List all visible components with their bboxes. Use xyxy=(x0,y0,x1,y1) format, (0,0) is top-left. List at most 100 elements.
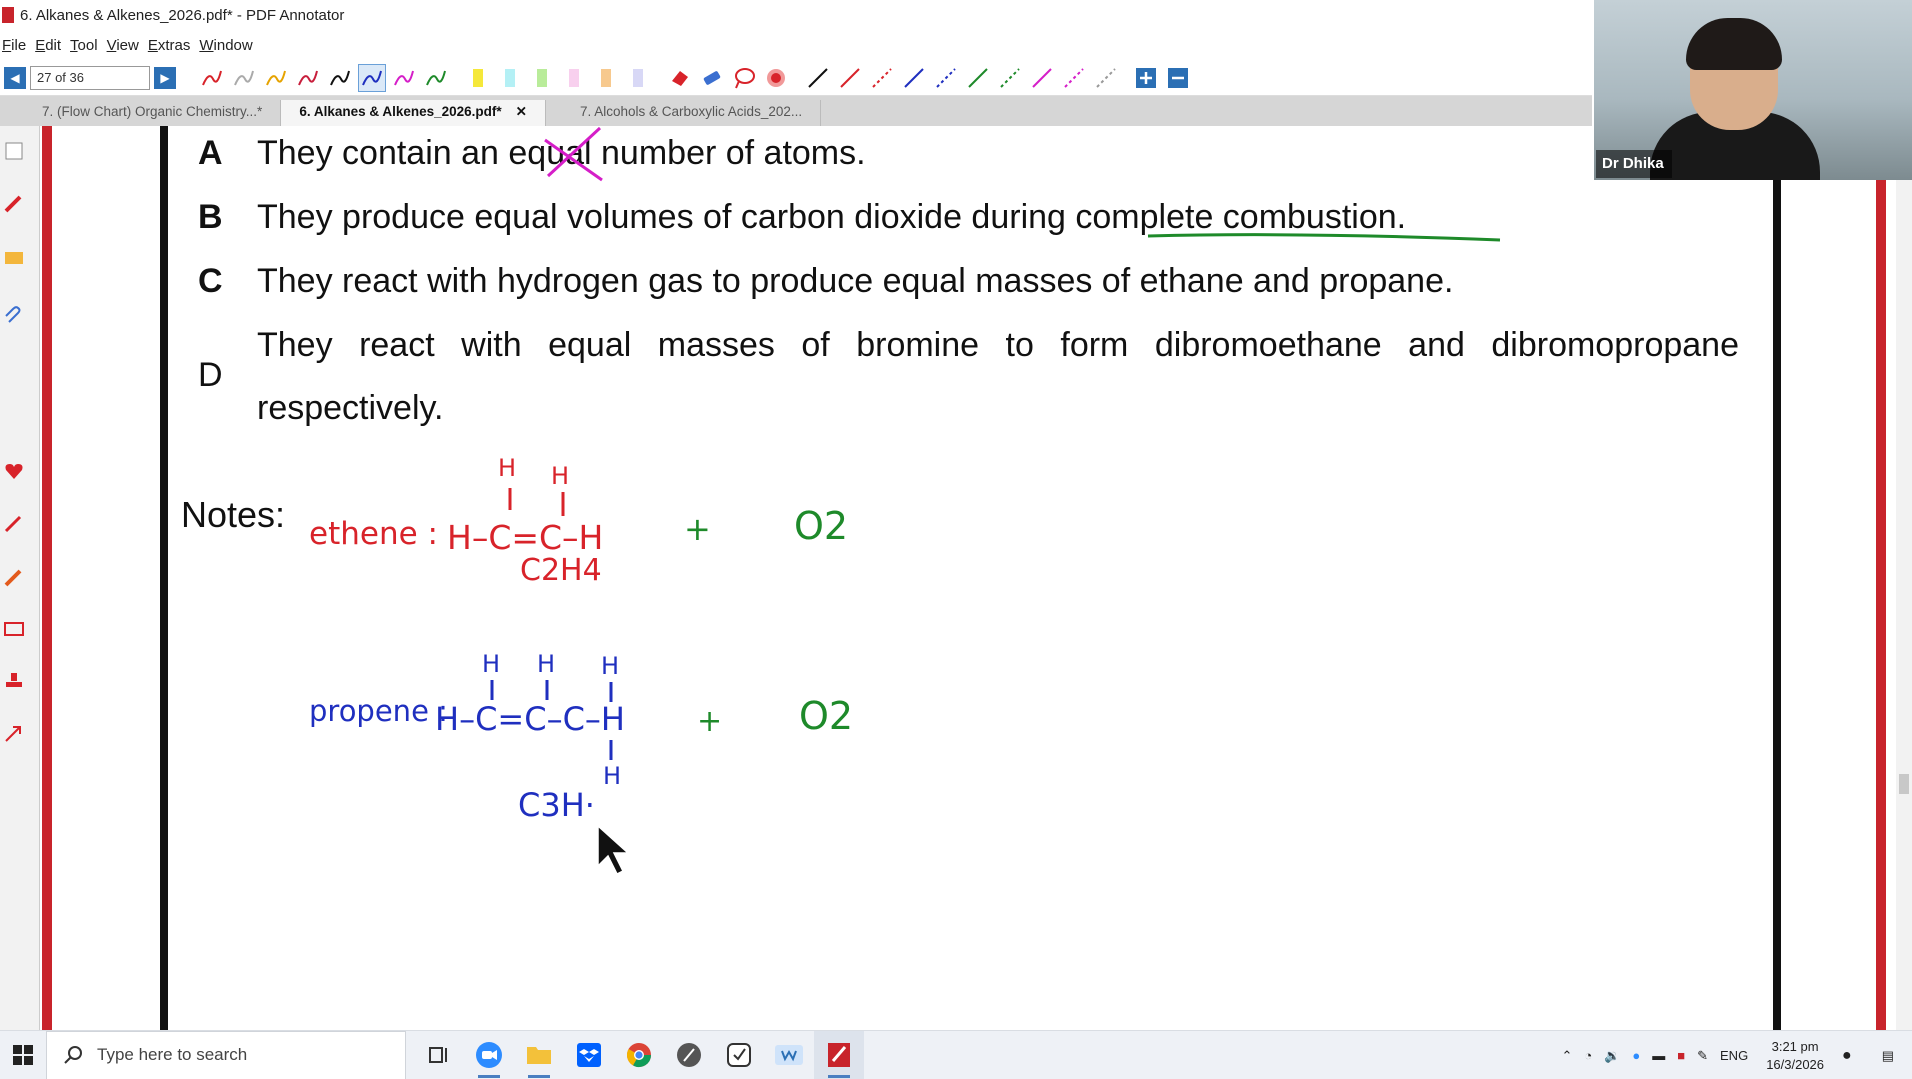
propene-plus: + xyxy=(697,704,723,739)
black-line-icon xyxy=(808,67,828,88)
close-tab-icon[interactable]: ✕ xyxy=(516,104,527,119)
recording-dot-icon[interactable]: ● xyxy=(1842,1047,1852,1065)
clock[interactable]: 3:21 pm 16/3/2026 xyxy=(1766,1038,1824,1074)
zoom-app-button[interactable] xyxy=(464,1031,514,1079)
menu-window[interactable]: Window xyxy=(199,37,252,54)
battery-icon[interactable]: ▬ xyxy=(1652,1048,1665,1063)
text-box-icon[interactable] xyxy=(3,618,25,640)
pen-orange-tool[interactable] xyxy=(262,64,290,92)
stroke-eraser-tool[interactable] xyxy=(698,64,726,92)
blue-line-icon xyxy=(904,67,924,88)
notifications-icon[interactable]: ▤ xyxy=(1882,1048,1894,1064)
wifi-icon[interactable]: ◔ xyxy=(1584,1048,1592,1063)
highlighter-orange-tool[interactable] xyxy=(592,64,620,92)
volume-icon[interactable]: 🔉 xyxy=(1604,1048,1620,1064)
zoom-tray-icon[interactable]: ● xyxy=(1632,1048,1640,1063)
page-left-red-edge xyxy=(42,126,52,1030)
pen-icon[interactable] xyxy=(3,192,25,214)
record-tool[interactable] xyxy=(762,64,790,92)
tab-flow-chart[interactable]: 7. (Flow Chart) Organic Chemistry...* xyxy=(0,100,282,126)
file-explorer-button[interactable] xyxy=(514,1031,564,1079)
option-d-text-line1: They react with equal masses of bromine … xyxy=(257,326,1739,364)
option-c-text: They react with hydrogen gas to produce … xyxy=(257,262,1454,300)
paperclip-icon[interactable] xyxy=(3,306,25,328)
menu-edit[interactable]: Edit xyxy=(35,37,61,54)
pen-crimson-tool[interactable] xyxy=(294,64,322,92)
pen-tray-icon[interactable]: ✎ xyxy=(1697,1048,1708,1064)
arrow-icon[interactable] xyxy=(3,722,25,744)
vertical-scrollbar[interactable] xyxy=(1896,126,1912,1030)
pdf-annotator-icon xyxy=(828,1043,850,1067)
select-icon[interactable] xyxy=(3,140,25,162)
next-page-button[interactable]: ▶ xyxy=(154,66,176,89)
tab-alcohols-carboxylic[interactable]: 7. Alcohols & Carboxylic Acids_202... xyxy=(546,100,822,126)
window-title: 6. Alkanes & Alkenes_2026.pdf* - PDF Ann… xyxy=(20,6,345,24)
minus-icon xyxy=(1168,67,1188,88)
page-number-field[interactable]: 27 of 36 xyxy=(30,65,150,90)
highlighter-cyan-tool[interactable] xyxy=(496,64,524,92)
line-red-tool[interactable] xyxy=(836,64,864,92)
highlighter-lavender-tool[interactable] xyxy=(624,64,652,92)
pen-black-tool[interactable] xyxy=(326,64,354,92)
lasso-tool[interactable] xyxy=(730,64,758,92)
stamp-icon[interactable] xyxy=(3,670,25,692)
pen-app-button[interactable] xyxy=(664,1031,714,1079)
green-pen-icon xyxy=(426,70,446,85)
tab-label: 7. (Flow Chart) Organic Chemistry...* xyxy=(42,104,263,119)
pdf-annotator-taskbar-button[interactable] xyxy=(814,1030,864,1079)
heart-icon[interactable] xyxy=(3,460,25,482)
dashed-line-gray-tool[interactable] xyxy=(1092,64,1120,92)
menu-tool[interactable]: Tool xyxy=(70,37,98,54)
dashed-line-green-tool[interactable] xyxy=(996,64,1024,92)
folder-icon[interactable] xyxy=(3,246,25,268)
system-tray: ⌃ ◔ 🔉 ● ▬ ■ ✎ ENG 3:21 pm 16/3/2026 ● ▤ xyxy=(1555,1031,1912,1079)
dashed-line-red-tool[interactable] xyxy=(868,64,896,92)
language-indicator[interactable]: ENG xyxy=(1720,1048,1748,1063)
line-green-tool[interactable] xyxy=(964,64,992,92)
line-magenta-tool[interactable] xyxy=(1028,64,1056,92)
sticky-clock-button[interactable] xyxy=(714,1031,764,1079)
pen-gray-tool[interactable] xyxy=(230,64,258,92)
marker-icon[interactable] xyxy=(3,566,25,588)
whiteboard-button[interactable] xyxy=(764,1031,814,1079)
option-a-letter: A xyxy=(198,134,223,172)
pen-red-tool[interactable] xyxy=(198,64,226,92)
pen-blue-tool[interactable] xyxy=(358,63,386,92)
option-d-text-line2: respectively. xyxy=(257,389,444,427)
gift-icon[interactable]: ■ xyxy=(1677,1048,1685,1063)
folder-icon xyxy=(527,1047,551,1064)
pen-magenta-tool[interactable] xyxy=(390,64,418,92)
eraser-tool[interactable] xyxy=(666,64,694,92)
menu-extras[interactable]: Extras xyxy=(148,37,191,54)
scrollbar-thumb[interactable] xyxy=(1899,774,1909,794)
menu-view[interactable]: View xyxy=(107,37,139,54)
chrome-button[interactable] xyxy=(614,1031,664,1079)
start-button[interactable] xyxy=(0,1031,46,1079)
clock-date: 16/3/2026 xyxy=(1766,1056,1825,1072)
tab-alkanes-alkenes[interactable]: 6. Alkanes & Alkenes_2026.pdf* ✕ xyxy=(281,100,546,126)
previous-page-button[interactable]: ◀ xyxy=(4,66,26,89)
line-blue-tool[interactable] xyxy=(900,64,928,92)
webcam-video: Dr Dhika xyxy=(1594,0,1912,180)
line-black-tool[interactable] xyxy=(804,64,832,92)
dropbox-icon xyxy=(577,1043,601,1067)
dashed-line-magenta-tool[interactable] xyxy=(1060,64,1088,92)
dashed-line-blue-tool[interactable] xyxy=(932,64,960,92)
task-view-button[interactable] xyxy=(414,1031,464,1079)
zoom-in-button[interactable] xyxy=(1132,64,1160,92)
zoom-out-button[interactable] xyxy=(1164,64,1192,92)
highlighter-pink-tool[interactable] xyxy=(560,64,588,92)
pen-green-tool[interactable] xyxy=(422,64,450,92)
highlighter-icon[interactable] xyxy=(3,512,25,534)
dropbox-button[interactable] xyxy=(564,1031,614,1079)
propene-h-bottom: H xyxy=(603,762,622,790)
clock-time: 3:21 pm xyxy=(1771,1038,1819,1054)
menu-file[interactable]: File xyxy=(2,37,26,54)
taskbar-search[interactable]: Type here to search xyxy=(46,1030,406,1079)
document-tab-bar: 7. (Flow Chart) Organic Chemistry...* 6.… xyxy=(0,96,1592,126)
record-icon xyxy=(767,68,785,87)
highlighter-green-tool[interactable] xyxy=(528,64,556,92)
propene-h-2: H xyxy=(537,650,556,678)
chevron-up-icon[interactable]: ⌃ xyxy=(1561,1048,1572,1064)
highlighter-yellow-tool[interactable] xyxy=(464,64,492,92)
